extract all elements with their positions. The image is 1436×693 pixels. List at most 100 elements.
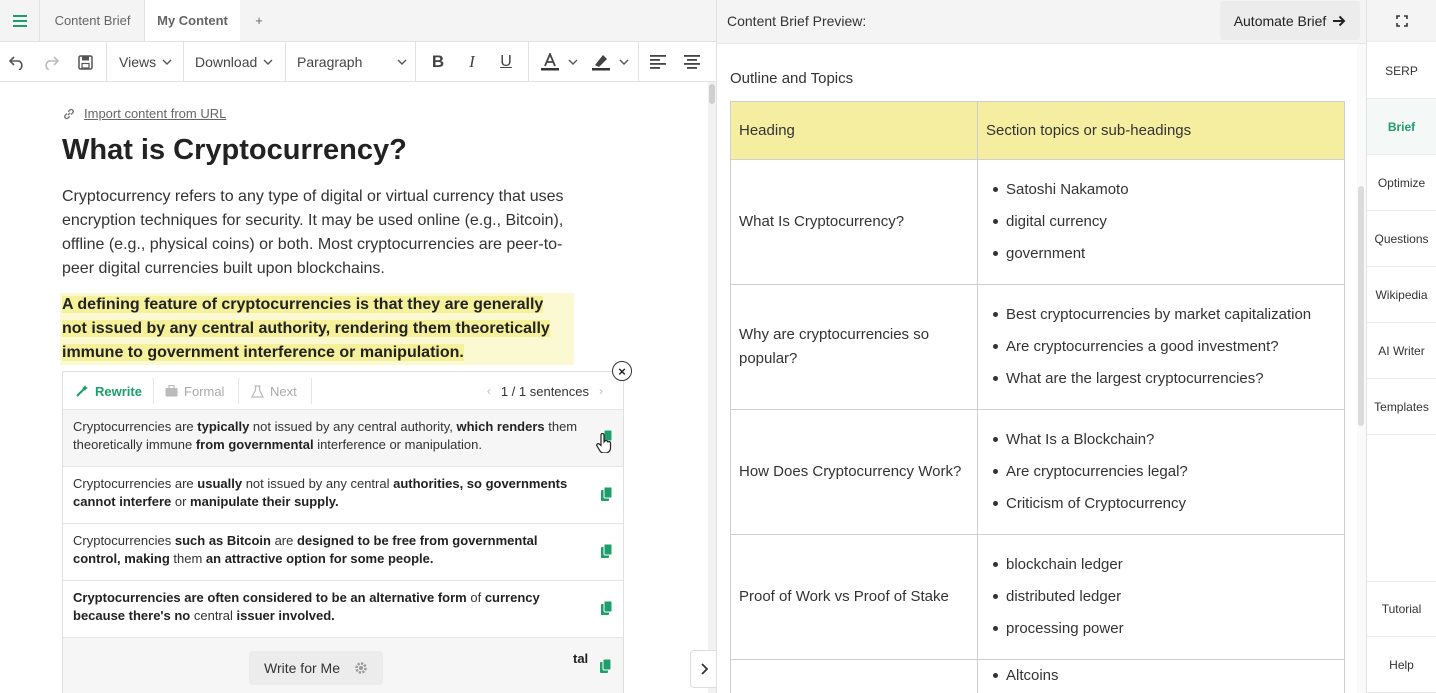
suggestion-changed-text: which renders [456, 419, 545, 434]
sentence-counter-label: 1 / 1 sentences [500, 383, 589, 399]
suggestion-plain-text: not issued by any central authority, [249, 419, 457, 434]
sidebar-item-templates[interactable]: Templates [1367, 379, 1436, 435]
italic-icon[interactable]: I [460, 42, 484, 82]
editor-scrollbar[interactable] [708, 82, 716, 693]
sidebar-item-optimize[interactable]: Optimize [1367, 155, 1436, 211]
suggestion-plain-text: are [270, 533, 297, 548]
table-row: Proof of Work vs Proof of Stake blockcha… [730, 534, 1345, 660]
suggestion-changed-text: usually [197, 476, 243, 491]
chevron-right-icon[interactable]: › [599, 384, 603, 398]
list-item: blockchain ledger [993, 549, 1336, 581]
sidebar-item-tutorial[interactable]: Tutorial [1367, 581, 1436, 637]
list-item: Best cryptocurrencies by market capitali… [993, 299, 1336, 331]
suggestion-text: Cryptocurrencies such as Bitcoin are des… [73, 532, 583, 568]
table-row: Why are cryptocurrencies so popular? Bes… [730, 284, 1345, 410]
list-item: Criticism of Cryptocurrency [993, 488, 1336, 520]
table-row: What Is Cryptocurrency? Satoshi Nakamoto… [730, 159, 1345, 285]
suggestion-changed-text: Cryptocurrencies are often considered to… [73, 590, 467, 605]
sidebar-item-help[interactable]: Help [1367, 637, 1436, 693]
outline-section-title: Outline and Topics [730, 70, 854, 87]
table-cell-topics: blockchain ledger distributed ledger pro… [977, 534, 1345, 660]
align-center-icon[interactable] [680, 42, 704, 82]
rewrite-button[interactable]: Rewrite [75, 372, 142, 410]
suggestion-item[interactable]: Cryptocurrencies are usually not issued … [63, 467, 623, 524]
undo-icon[interactable] [4, 42, 30, 82]
formal-button[interactable]: Formal [165, 372, 224, 410]
table-cell-heading: Why are cryptocurrencies so popular? [730, 284, 978, 410]
hand-pointer-cursor-icon [595, 433, 613, 453]
copy-icon[interactable] [601, 544, 613, 558]
suggestion-item[interactable]: Cryptocurrencies are typically not issue… [63, 410, 623, 467]
automate-brief-label: Automate Brief [1233, 12, 1327, 29]
link-icon [64, 108, 74, 119]
suggestion-item[interactable]: Cryptocurrencies are often considered to… [63, 581, 623, 638]
sidebar-item-ai-writer[interactable]: AI Writer [1367, 323, 1436, 379]
paragraph-style-dropdown[interactable]: Paragraph [297, 42, 409, 82]
highlighted-paragraph[interactable]: A defining feature of cryptocurrencies i… [60, 293, 574, 365]
download-dropdown[interactable]: Download [195, 42, 279, 82]
import-url-label: Import content from URL [84, 106, 227, 121]
table-cell-heading: Proof of Work vs Proof of Stake [730, 534, 978, 660]
magic-wand-icon [76, 385, 88, 397]
import-url-link[interactable]: Import content from URL [62, 106, 226, 121]
highlight-color-icon[interactable] [588, 42, 632, 82]
write-for-me-button[interactable]: Write for Me [249, 651, 383, 685]
automate-brief-button[interactable]: Automate Brief [1220, 1, 1360, 40]
preview-title: Content Brief Preview: [727, 13, 867, 29]
rewrite-panel: Rewrite Formal Next ‹ 1 / 1 sentences › … [62, 371, 624, 693]
formal-label: Formal [184, 383, 225, 399]
align-left-icon[interactable] [646, 42, 670, 82]
table-cell-topics: Best cryptocurrencies by market capitali… [977, 284, 1345, 410]
tab-content-brief[interactable]: Content Brief [41, 0, 145, 41]
arrow-right-icon [1333, 15, 1346, 26]
sidebar-item-brief[interactable]: Brief [1367, 99, 1436, 155]
sidebar-item-serp[interactable]: SERP [1367, 43, 1436, 99]
copy-icon[interactable] [601, 487, 613, 501]
redo-icon[interactable] [38, 42, 64, 82]
chevron-left-icon[interactable]: ‹ [487, 384, 491, 398]
table-cell-topics: Altcoins [977, 659, 1345, 693]
rewrite-label: Rewrite [95, 383, 142, 399]
suggestion-text: Cryptocurrencies are often considered to… [73, 589, 583, 625]
editor-scrollbar-thumb[interactable] [709, 84, 715, 104]
copy-icon[interactable] [601, 601, 613, 615]
document-title[interactable]: What is Cryptocurrency? [62, 134, 407, 167]
suggestion-changed-text: manipulate their supply. [190, 494, 339, 509]
views-dropdown[interactable]: Views [119, 42, 179, 82]
table-header: Heading [730, 101, 978, 160]
suggestion-item[interactable]: Cryptocurrencies such as Bitcoin are des… [63, 524, 623, 581]
bold-icon[interactable]: B [426, 42, 450, 82]
table-cell-heading [730, 659, 978, 693]
chevron-right-icon [701, 663, 708, 675]
gear-icon[interactable] [354, 661, 368, 675]
list-item: digital currency [993, 206, 1336, 238]
list-item: Are cryptocurrencies a good investment? [993, 331, 1336, 363]
add-tab-button[interactable]: + [244, 0, 274, 41]
suggestion-changed-text: issuer involved. [236, 608, 335, 623]
sentence-counter: ‹ 1 / 1 sentences › [487, 372, 603, 410]
list-item: government [993, 238, 1336, 270]
close-panel-button[interactable]: × [612, 361, 632, 381]
collapse-panel-button[interactable] [690, 650, 718, 688]
suggestion-plain-text: Cryptocurrencies are [73, 419, 198, 434]
editor-toolbar: Views Download Paragraph B I U [0, 42, 716, 82]
tab-my-content[interactable]: My Content [145, 0, 240, 41]
tab-bar: Content Brief My Content + [0, 0, 716, 42]
preview-scrollbar-thumb[interactable] [1358, 186, 1364, 426]
suggestion-plain-text: of [466, 590, 485, 605]
next-button[interactable]: Next [251, 372, 297, 410]
hamburger-menu-icon[interactable] [0, 0, 40, 41]
list-item: processing power [993, 613, 1336, 645]
table-row: How Does Cryptocurrency Work? What Is a … [730, 409, 1345, 535]
sidebar-item-wikipedia[interactable]: Wikipedia [1367, 267, 1436, 323]
expand-icon[interactable] [1367, 0, 1436, 42]
write-for-me-label: Write for Me [264, 660, 340, 676]
text-color-icon[interactable] [538, 42, 580, 82]
underline-icon[interactable]: U [494, 42, 518, 82]
sidebar-item-questions[interactable]: Questions [1367, 211, 1436, 267]
paragraph[interactable]: Cryptocurrency refers to any type of dig… [62, 185, 582, 281]
save-icon[interactable] [72, 42, 98, 82]
suggestion-plain-text: or [171, 494, 191, 509]
copy-icon[interactable] [600, 659, 612, 673]
suggestion-plain-text: Cryptocurrencies [73, 533, 175, 548]
